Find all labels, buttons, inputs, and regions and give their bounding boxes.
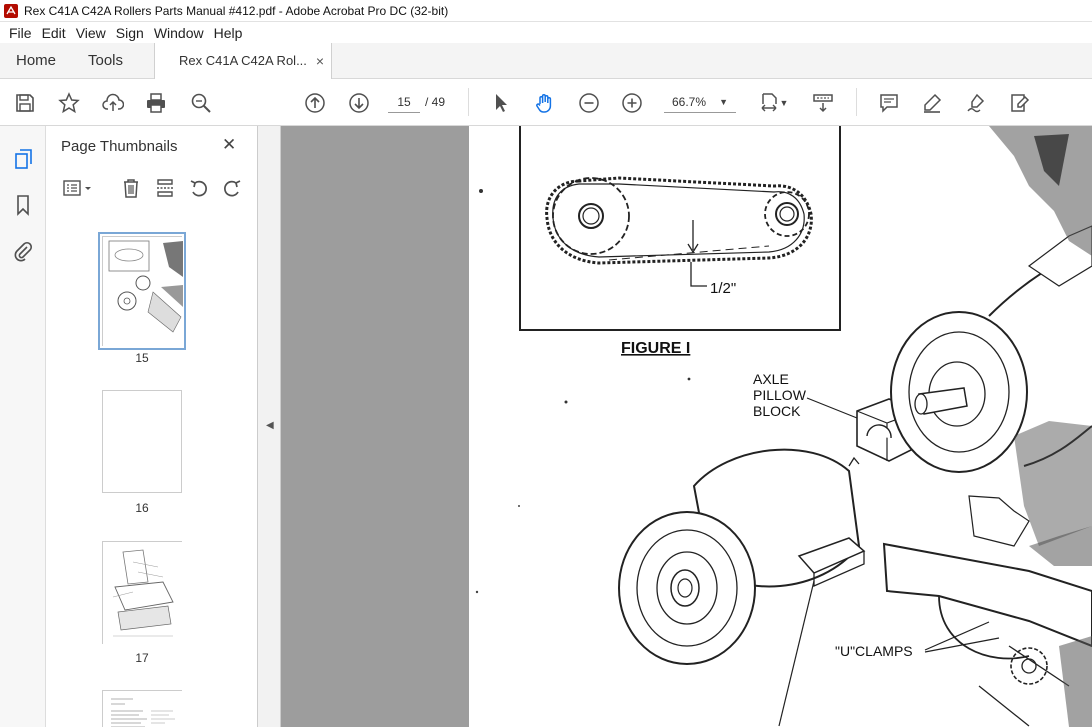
zoom-out-icon[interactable] <box>576 90 602 116</box>
page-number-input[interactable]: 15 <box>388 91 420 113</box>
rotate-counterclockwise-icon[interactable] <box>187 176 211 200</box>
delete-page-icon[interactable] <box>119 176 143 200</box>
previous-page-icon[interactable] <box>302 90 328 116</box>
insert-page-icon[interactable] <box>153 176 177 200</box>
thumbnail-page-18[interactable] <box>102 690 183 727</box>
window-title: Rex C41A C42A Rollers Parts Manual #412.… <box>24 3 449 18</box>
manual-drawing: 1/2" FIGURE I AXLE PILLOW BLOCK "U"CLAMP… <box>475 126 1092 727</box>
page-total: / 49 <box>425 95 446 109</box>
zoom-level-select[interactable]: 66.7% ▼ <box>664 91 736 113</box>
attachments-icon[interactable] <box>10 238 36 264</box>
fill-sign-icon[interactable] <box>1007 90 1033 116</box>
callout-block: BLOCK <box>753 403 801 419</box>
comment-icon[interactable] <box>876 90 902 116</box>
thumbnail-page-17[interactable] <box>102 541 183 645</box>
thumbnail-label: 15 <box>135 351 149 365</box>
next-page-icon[interactable] <box>346 90 372 116</box>
thumbnail-page-15[interactable] <box>98 232 186 350</box>
dimension-label: 1/2" <box>710 280 736 297</box>
menu-sign[interactable]: Sign <box>111 25 149 41</box>
tab-bar: Home Tools Rex C41A C42A Rol... × <box>0 43 1092 80</box>
panel-toolbar <box>46 174 258 204</box>
chevron-down-icon: ▼ <box>719 97 728 107</box>
zoom-in-icon[interactable] <box>619 90 645 116</box>
thumbnail-image <box>103 237 183 347</box>
left-navigation-rail <box>0 126 46 727</box>
upload-cloud-icon[interactable] <box>100 90 126 116</box>
menu-bar: File Edit View Sign Window Help <box>0 22 1092 43</box>
page-fit-chevron-icon[interactable]: ▼ <box>777 90 791 116</box>
close-panel-icon[interactable]: ✕ <box>222 135 236 155</box>
highlight-pen-icon[interactable] <box>919 90 945 116</box>
document-page: 1/2" FIGURE I AXLE PILLOW BLOCK "U"CLAMP… <box>469 126 1092 727</box>
frame-drawing <box>882 421 1092 727</box>
bookmark-star-icon[interactable] <box>56 90 82 116</box>
toolbar-divider <box>468 88 469 116</box>
callout-pillow: PILLOW <box>753 387 807 403</box>
menu-help[interactable]: Help <box>209 25 248 41</box>
callout-axle: AXLE <box>753 371 789 387</box>
menu-window[interactable]: Window <box>149 25 209 41</box>
figure-caption: FIGURE I <box>621 340 690 357</box>
page-thumbnails-icon[interactable] <box>10 146 36 172</box>
menu-view[interactable]: View <box>71 25 111 41</box>
zoom-level-value: 66.7% <box>672 95 707 109</box>
main-toolbar: 15 / 49 66.7% ▼ ▼ <box>0 79 1092 126</box>
thumbnail-list: 15 16 17 <box>46 218 238 727</box>
thumbnail-label: 16 <box>135 501 149 515</box>
zoom-search-icon[interactable] <box>188 90 214 116</box>
select-cursor-icon[interactable] <box>488 90 514 116</box>
thumbnail-options-icon[interactable] <box>60 176 96 200</box>
acrobat-app-icon <box>4 3 18 18</box>
tab-document-label: Rex C41A C42A Rol... <box>179 53 307 68</box>
tab-document[interactable]: Rex C41A C42A Rol... × <box>154 43 332 80</box>
menu-file[interactable]: File <box>4 25 37 41</box>
save-icon[interactable] <box>12 90 38 116</box>
window-titlebar: Rex C41A C42A Rollers Parts Manual #412.… <box>0 0 1092 22</box>
menu-edit[interactable]: Edit <box>37 25 71 41</box>
document-view[interactable]: 1/2" FIGURE I AXLE PILLOW BLOCK "U"CLAMP… <box>281 126 1092 727</box>
tab-home[interactable]: Home <box>16 43 56 79</box>
page-thumbnails-panel: Page Thumbnails ✕ 15 16 17 <box>46 126 296 727</box>
print-icon[interactable] <box>143 90 169 116</box>
thumbnail-page-16[interactable] <box>102 390 182 493</box>
lower-roller-drawing <box>618 448 866 665</box>
panel-title: Page Thumbnails <box>61 138 178 155</box>
figure-1-box: 1/2" <box>519 126 841 331</box>
thumbnail-image <box>103 542 183 645</box>
hand-tool-icon[interactable] <box>532 90 558 116</box>
collapse-arrow-icon[interactable]: ◀ <box>266 420 274 431</box>
thumbnail-label: 17 <box>135 651 149 665</box>
panel-collapse-handle[interactable]: ◀ <box>258 126 281 727</box>
thumbnail-image <box>103 691 183 727</box>
rotate-clockwise-icon[interactable] <box>220 176 244 200</box>
close-tab-icon[interactable]: × <box>316 43 324 79</box>
bookmarks-icon[interactable] <box>10 192 36 218</box>
scroll-mode-icon[interactable] <box>810 90 836 116</box>
tab-tools[interactable]: Tools <box>88 43 123 79</box>
toolbar-divider <box>856 88 857 116</box>
sign-pen-icon[interactable] <box>963 90 989 116</box>
callout-u-clamps: "U"CLAMPS <box>835 643 913 659</box>
